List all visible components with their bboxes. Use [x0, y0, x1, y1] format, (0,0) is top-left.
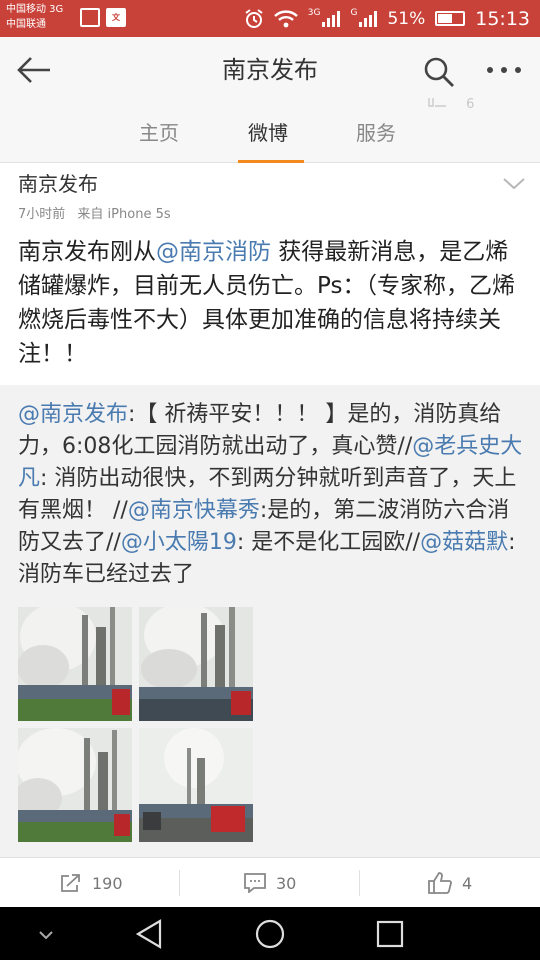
- wifi-icon: [273, 9, 298, 27]
- search-icon[interactable]: [422, 55, 456, 89]
- tab-services[interactable]: 服务: [356, 117, 396, 146]
- post-action-bar: 190 30 4: [0, 857, 540, 907]
- network-type-1: 3G: [307, 7, 321, 18]
- system-indicators: 3G G 51% 15:13: [244, 0, 530, 37]
- like-button[interactable]: 4: [428, 858, 472, 908]
- status-bar: 中国移动 3G 中国联通 文 3G G 51% 15:13: [0, 0, 540, 37]
- post-text: 南京发布刚从@南京消防 获得最新消息，是乙烯储罐爆炸，目前无人员伤亡。Ps：（专…: [18, 239, 515, 367]
- repost-count: 190: [92, 873, 123, 893]
- post-source: 来自 iPhone 5s: [77, 207, 171, 222]
- repost-button[interactable]: 190: [60, 858, 123, 908]
- back-triangle-icon[interactable]: [132, 917, 168, 951]
- photo-thumbnail[interactable]: [139, 607, 253, 721]
- signal-icon: [322, 10, 341, 27]
- divider: [179, 870, 180, 896]
- clock: 15:13: [475, 7, 530, 30]
- comment-count: 30: [276, 873, 297, 893]
- photo-thumbnail[interactable]: [18, 728, 132, 842]
- carrier-1: 中国移动 3G: [6, 4, 64, 15]
- thumbs-up-icon: [428, 872, 452, 894]
- carrier-2: 中国联通: [6, 19, 46, 30]
- tab-home[interactable]: 主页: [139, 117, 179, 146]
- divider: [359, 870, 360, 896]
- post-time: 7小时前: [18, 207, 66, 222]
- post-meta: 7小时前 来自 iPhone 5s: [18, 203, 171, 222]
- like-count: 4: [462, 873, 473, 893]
- thumbs-up-ghost-icon: [428, 98, 446, 107]
- ghost-like-count: 6: [428, 97, 474, 112]
- network-type-2: G: [350, 7, 358, 18]
- home-circle-icon[interactable]: [252, 917, 288, 951]
- mention-link[interactable]: @小太陽19: [121, 530, 237, 555]
- notification-icons: 文: [80, 8, 126, 27]
- reposted-content[interactable]: @南京发布:【 祈祷平安！！！ 】是的，消防真给力，6:08化工园消防就出动了，…: [0, 385, 540, 857]
- post-author[interactable]: 南京发布: [18, 168, 98, 197]
- repost-text: @南京发布:【 祈祷平安！！！ 】是的，消防真给力，6:08化工园消防就出动了，…: [18, 402, 523, 587]
- photo-grid: [18, 607, 258, 847]
- share-icon: [61, 874, 80, 892]
- photo-thumbnail[interactable]: [18, 607, 132, 721]
- carrier-info: 中国移动 3G 中国联通: [6, 2, 63, 32]
- mention-link[interactable]: @南京消防: [156, 239, 271, 265]
- top-navigation: 南京发布: [0, 37, 540, 103]
- mention-link[interactable]: @菇菇默: [420, 530, 508, 555]
- battery-icon: [435, 11, 466, 26]
- chevron-down-icon[interactable]: [28, 917, 64, 951]
- alarm-icon: [245, 8, 263, 28]
- weibo-post: 南京发布 7小时前 来自 iPhone 5s 南京发布刚从@南京消防 获得最新消…: [0, 163, 540, 385]
- back-arrow-icon[interactable]: [16, 55, 52, 85]
- recent-apps-icon[interactable]: [372, 917, 408, 951]
- page-title: 南京发布: [222, 56, 318, 84]
- app-notification-icon: 文: [106, 8, 126, 27]
- profile-tabs: 6 主页 微博 服务: [0, 97, 540, 163]
- image-notification-icon: [80, 8, 100, 27]
- comment-icon: [244, 873, 266, 893]
- tab-weibo[interactable]: 微博: [248, 117, 288, 146]
- chevron-down-icon[interactable]: [500, 173, 528, 193]
- signal-icon-2: [359, 10, 378, 27]
- system-navigation-bar: [0, 907, 540, 960]
- more-options-icon[interactable]: [484, 55, 524, 85]
- comment-button[interactable]: 30: [244, 858, 296, 908]
- battery-percent: 51%: [387, 8, 426, 29]
- mention-link[interactable]: @南京发布: [18, 402, 128, 427]
- mention-link[interactable]: @南京快幕秀: [128, 498, 260, 523]
- photo-thumbnail[interactable]: [139, 728, 253, 842]
